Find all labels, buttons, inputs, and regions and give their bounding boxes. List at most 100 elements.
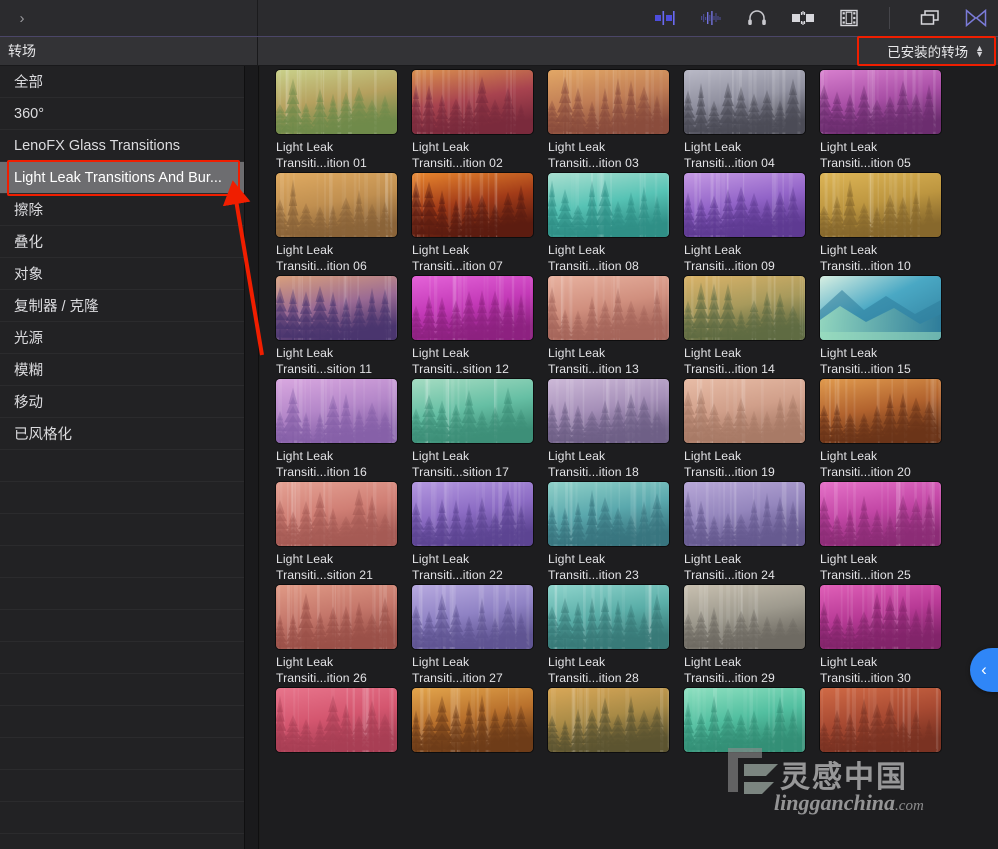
transition-item[interactable]: Light LeakTransiti...ition 14 xyxy=(684,276,820,377)
transition-thumbnail[interactable] xyxy=(276,688,397,752)
transition-item[interactable] xyxy=(548,688,684,757)
transition-label: Light LeakTransiti...ition 08 xyxy=(548,242,676,274)
transition-item[interactable]: Light LeakTransiti...ition 18 xyxy=(548,379,684,480)
transition-grid[interactable]: Light LeakTransiti...ition 01 Light Leak… xyxy=(260,66,998,849)
transition-item[interactable]: Light LeakTransiti...sition 11 xyxy=(276,276,412,377)
transition-item[interactable]: Light LeakTransiti...ition 15 xyxy=(820,276,956,377)
sidebar-item-7[interactable]: 复制器 / 克隆 xyxy=(0,290,244,322)
transition-item[interactable]: Light LeakTransiti...sition 12 xyxy=(412,276,548,377)
transition-item[interactable] xyxy=(276,688,412,757)
transition-item[interactable]: Light LeakTransiti...ition 29 xyxy=(684,585,820,686)
transition-thumbnail[interactable] xyxy=(548,276,669,340)
transition-thumbnail[interactable] xyxy=(412,379,533,443)
transition-item[interactable]: Light LeakTransiti...ition 27 xyxy=(412,585,548,686)
transition-item[interactable]: Light LeakTransiti...ition 03 xyxy=(548,70,684,171)
transition-thumbnail[interactable] xyxy=(684,276,805,340)
transition-thumbnail[interactable] xyxy=(548,482,669,546)
transition-item[interactable]: Light LeakTransiti...ition 20 xyxy=(820,379,956,480)
transition-item[interactable]: Light LeakTransiti...ition 08 xyxy=(548,173,684,274)
transition-thumbnail[interactable] xyxy=(412,482,533,546)
transition-item[interactable] xyxy=(412,688,548,757)
transition-thumbnail[interactable] xyxy=(412,173,533,237)
transition-item[interactable] xyxy=(820,688,956,757)
sidebar-item-9[interactable]: 模糊 xyxy=(0,354,244,386)
transition-item[interactable] xyxy=(684,688,820,757)
sidebar-item-0[interactable]: 全部 xyxy=(0,66,244,98)
transition-thumbnail[interactable] xyxy=(276,276,397,340)
transition-item[interactable]: Light LeakTransiti...ition 07 xyxy=(412,173,548,274)
sidebar-filler-row xyxy=(0,802,244,834)
transition-item[interactable]: Light LeakTransiti...ition 04 xyxy=(684,70,820,171)
transition-thumbnail[interactable] xyxy=(684,482,805,546)
transition-item[interactable]: Light LeakTransiti...ition 22 xyxy=(412,482,548,583)
transition-item[interactable]: Light LeakTransiti...ition 02 xyxy=(412,70,548,171)
audio-meter-icon[interactable] xyxy=(653,7,677,29)
transition-thumbnail[interactable] xyxy=(684,70,805,134)
transition-thumbnail[interactable] xyxy=(820,585,941,649)
transition-item[interactable]: Light LeakTransiti...ition 16 xyxy=(276,379,412,480)
category-sidebar[interactable]: 全部360°LenoFX Glass TransitionsLight Leak… xyxy=(0,66,245,849)
transition-label-line1: Light Leak xyxy=(412,551,540,567)
chevron-updown-icon[interactable]: ▲▼ xyxy=(975,45,984,57)
transition-item[interactable]: Light LeakTransiti...ition 06 xyxy=(276,173,412,274)
sidebar-item-2[interactable]: LenoFX Glass Transitions xyxy=(0,130,244,162)
transition-thumbnail[interactable] xyxy=(548,173,669,237)
transition-item[interactable]: Light LeakTransiti...ition 28 xyxy=(548,585,684,686)
sidebar-item-3[interactable]: Light Leak Transitions And Bur... xyxy=(0,162,244,194)
transition-thumbnail[interactable] xyxy=(548,379,669,443)
sidebar-item-4[interactable]: 擦除 xyxy=(0,194,244,226)
chevron-right-icon[interactable]: › xyxy=(14,10,30,26)
transition-thumbnail[interactable] xyxy=(820,70,941,134)
windows-icon[interactable] xyxy=(918,7,942,29)
sidebar-item-11[interactable]: 已风格化 xyxy=(0,418,244,450)
transition-thumbnail[interactable] xyxy=(276,70,397,134)
transition-thumbnail[interactable] xyxy=(412,70,533,134)
transition-thumbnail[interactable] xyxy=(548,70,669,134)
sidebar-item-6[interactable]: 对象 xyxy=(0,258,244,290)
transition-thumbnail[interactable] xyxy=(684,173,805,237)
transition-item[interactable]: Light LeakTransiti...sition 17 xyxy=(412,379,548,480)
transition-thumbnail[interactable] xyxy=(548,688,669,752)
transition-item[interactable]: Light LeakTransiti...ition 10 xyxy=(820,173,956,274)
sidebar-item-5[interactable]: 叠化 xyxy=(0,226,244,258)
transition-thumbnail[interactable] xyxy=(276,173,397,237)
transition-thumbnail[interactable] xyxy=(820,276,941,340)
transition-thumbnail[interactable] xyxy=(684,585,805,649)
transition-label-line2: Transiti...ition 18 xyxy=(548,464,676,480)
transition-thumbnail[interactable] xyxy=(820,173,941,237)
transition-thumbnail[interactable] xyxy=(412,688,533,752)
transition-label-line2: Transiti...sition 17 xyxy=(412,464,540,480)
transition-thumbnail[interactable] xyxy=(276,379,397,443)
transition-item[interactable]: Light LeakTransiti...ition 09 xyxy=(684,173,820,274)
transition-thumbnail[interactable] xyxy=(548,585,669,649)
transition-thumbnail[interactable] xyxy=(684,379,805,443)
installed-transitions-dropdown[interactable]: 已安装的转场 ▲▼ xyxy=(879,39,990,63)
audio-split-icon[interactable] xyxy=(791,7,815,29)
transition-icon[interactable] xyxy=(964,7,988,29)
headphones-icon[interactable] xyxy=(745,7,769,29)
transition-thumbnail[interactable] xyxy=(820,379,941,443)
transition-item[interactable]: Light LeakTransiti...ition 13 xyxy=(548,276,684,377)
transition-item[interactable]: Light LeakTransiti...ition 01 xyxy=(276,70,412,171)
film-strip-icon[interactable] xyxy=(837,7,861,29)
transition-item[interactable]: Light LeakTransiti...ition 30 xyxy=(820,585,956,686)
transition-thumbnail[interactable] xyxy=(276,585,397,649)
transition-thumbnail[interactable] xyxy=(412,276,533,340)
transition-item[interactable]: Light LeakTransiti...ition 24 xyxy=(684,482,820,583)
sidebar-item-1[interactable]: 360° xyxy=(0,98,244,130)
sidebar-item-8[interactable]: 光源 xyxy=(0,322,244,354)
waveform-icon[interactable] xyxy=(699,7,723,29)
transition-item[interactable]: Light LeakTransiti...ition 23 xyxy=(548,482,684,583)
transition-thumbnail[interactable] xyxy=(276,482,397,546)
transition-label-line2: Transiti...ition 20 xyxy=(820,464,948,480)
transition-thumbnail[interactable] xyxy=(820,482,941,546)
transition-thumbnail[interactable] xyxy=(412,585,533,649)
sidebar-item-10[interactable]: 移动 xyxy=(0,386,244,418)
transition-item[interactable]: Light LeakTransiti...ition 26 xyxy=(276,585,412,686)
transition-item[interactable]: Light LeakTransiti...sition 21 xyxy=(276,482,412,583)
transition-thumbnail[interactable] xyxy=(820,688,941,752)
transition-item[interactable]: Light LeakTransiti...ition 25 xyxy=(820,482,956,583)
transition-item[interactable]: Light LeakTransiti...ition 19 xyxy=(684,379,820,480)
transition-item[interactable]: Light LeakTransiti...ition 05 xyxy=(820,70,956,171)
transition-thumbnail[interactable] xyxy=(684,688,805,752)
